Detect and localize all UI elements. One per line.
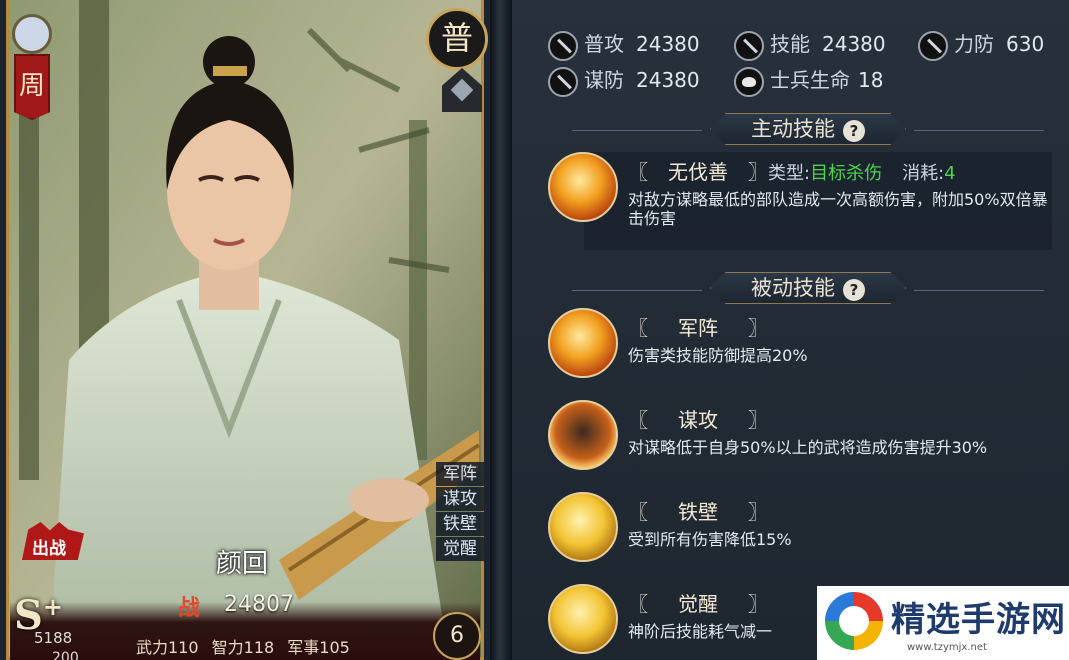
meditation-icon [548,584,618,654]
active-skill-row[interactable]: 〖无伐善 〗类型:目标杀伤 消耗:4 对敌方谋略最低的部队造成一次高额伤害，附加50… [548,152,1058,252]
passive-skill-name-line: 〖军阵〗 [628,312,768,341]
attr-soldier-hp: 士兵生命 18 [734,64,883,97]
attr-label: 力防 [954,32,994,56]
grade-badge: 普 [426,8,488,70]
passive-skill-row[interactable]: 〖铁壁〗 受到所有伤害降低15% [548,492,1058,572]
active-skill-header: 主动技能? [698,113,918,147]
site-logo-icon [825,592,883,650]
skill-type-label: 类型: [768,163,811,184]
passive-skill-row[interactable]: 〖谋攻〗 对谋略低于自身50%以上的武将造成伤害提升30% [548,400,1058,480]
watermark-url: www.tzymjx.net [907,642,987,653]
stat-intellect: 智力118 [211,638,275,657]
attr-label: 谋防 [584,68,624,92]
stat-force: 武力110 [136,638,199,657]
passive-skill-name: 觉醒 [678,592,718,616]
skill-type-value: 目标杀伤 [810,163,883,184]
level-badge: 6 [433,612,481,660]
passive-skill-row[interactable]: 〖军阵〗 伤害类技能防御提高20% [548,308,1058,388]
divider-line [914,130,1044,131]
heart-icon [734,66,764,97]
watermark-title: 精选手游网 [891,600,1066,640]
passive-skill-name-line: 〖铁壁〗 [628,496,768,525]
attr-label: 士兵生命 [770,68,850,92]
divider-line [914,290,1044,291]
passive-skill-name-line: 〖谋攻〗 [628,404,768,433]
hero-card[interactable]: 周 普 出战 军阵 谋攻 铁壁 觉醒 颜回 S+ 战 24807 5188 20… [0,0,490,660]
arrow-strike-icon [548,400,618,470]
passive-skill-desc: 对谋略低于自身50%以上的武将造成伤害提升30% [628,438,988,457]
skill-cost-value: 4 [944,163,956,184]
faction-banner: 周 [14,54,50,120]
panel-divider [490,0,512,660]
active-skill-name-line: 〖无伐善 〗类型:目标杀伤 消耗:4 [628,156,956,185]
xp-max: 200 [52,650,79,660]
side-skill-tag[interactable]: 谋攻 [436,487,484,511]
active-skill-name: 无伐善 [668,160,728,184]
info-panel: 普攻 24380 技能 24380 力防 630 谋防 24380 士兵生命 18 主动技… [512,0,1069,660]
active-skill-title: 主动技能 [751,117,835,141]
help-icon[interactable]: ? [843,279,865,301]
skill-cost-label: 消耗: [902,163,945,184]
divider-line [572,130,702,131]
sword-icon [548,66,578,97]
site-watermark: 精选手游网 www.tzymjx.net [817,586,1069,660]
deploy-badge[interactable]: 出战 [22,522,84,562]
attr-value: 630 [1006,32,1045,56]
sword-icon [734,30,764,61]
slash-skill-icon [548,152,618,222]
attr-value: 18 [858,68,884,92]
shield-icon [548,492,618,562]
army-formation-icon [548,308,618,378]
sword-icon [548,30,578,61]
divider-line [572,290,702,291]
active-skill-desc: 对敌方谋略最低的部队造成一次高额伤害，附加50%双倍暴击伤害 [628,190,1048,228]
attr-normal-attack: 普攻 24380 [548,28,700,61]
attr-value: 24380 [636,68,700,92]
deploy-label: 出战 [32,539,66,559]
side-skill-tag[interactable]: 军阵 [436,462,484,486]
attr-physical-defense: 力防 630 [918,28,1044,61]
attr-skill: 技能 24380 [734,28,886,61]
power-value: 24807 [224,592,294,617]
attr-strategy-defense: 谋防 24380 [548,64,700,97]
xp-current: 5188 [34,629,73,647]
passive-skill-name: 军阵 [678,316,718,340]
passive-skill-name-line: 〖觉醒〗 [628,588,768,617]
hero-stats: 武力110 智力118 军事105 [136,634,358,658]
attr-value: 24380 [636,32,700,56]
attr-label: 普攻 [584,32,624,56]
faction-badge: 周 [12,14,52,128]
side-skill-list: 军阵 谋攻 铁壁 觉醒 [436,462,484,562]
passive-skill-name: 铁壁 [678,500,718,524]
side-skill-tag[interactable]: 觉醒 [436,537,484,561]
passive-skill-title: 被动技能 [751,276,835,300]
hero-name: 颜回 [216,549,269,579]
attr-value: 24380 [822,32,886,56]
attr-label: 技能 [770,32,810,56]
power-label: 战 [178,596,201,621]
passive-skill-header: 被动技能? [698,272,918,306]
star-rank-plus: + [42,592,63,621]
stat-military: 军事105 [287,638,350,657]
shield-sword-icon [918,30,948,61]
passive-skill-desc: 受到所有伤害降低15% [628,530,792,549]
side-skill-tag[interactable]: 铁壁 [436,512,484,536]
passive-skill-desc: 伤害类技能防御提高20% [628,346,808,365]
passive-skill-name: 谋攻 [678,408,718,432]
help-icon[interactable]: ? [843,120,865,142]
faction-emblem-icon [12,14,52,54]
